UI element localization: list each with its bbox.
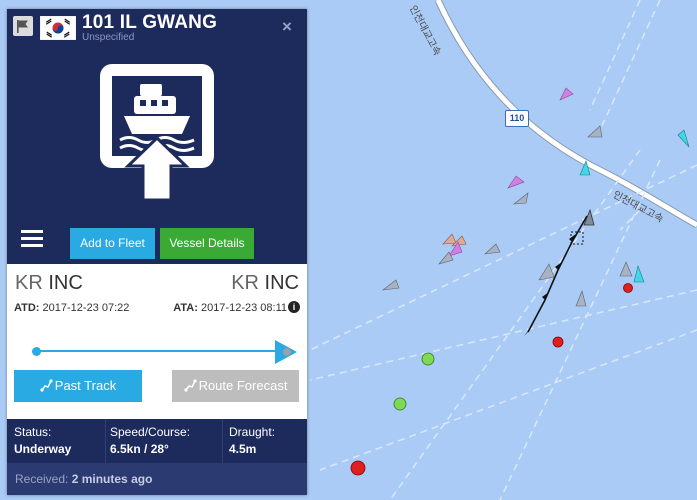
departure-port-name: INC	[48, 272, 83, 294]
vessel-stats: Status: Underway Speed/Course: 6.5kn / 2…	[7, 419, 307, 463]
bridge-road-outline	[434, 0, 697, 229]
hamburger-menu-icon[interactable]	[21, 230, 43, 248]
vessel-marker	[442, 233, 457, 245]
channel-line	[319, 329, 697, 471]
past-track-button[interactable]: Past Track	[14, 370, 142, 402]
panel-toolbar: Add to Fleet Vessel Details	[7, 214, 307, 264]
atd-label: ATD:	[14, 302, 40, 314]
close-button[interactable]: ×	[275, 15, 299, 39]
channel-line	[599, 0, 661, 131]
status-label: Status:	[14, 425, 52, 439]
atd-value: 2017-12-23 07:22	[42, 302, 130, 314]
buoy-marker	[393, 397, 407, 411]
vessel-details-button[interactable]: Vessel Details	[160, 228, 254, 259]
channel-line	[309, 289, 697, 381]
buoy-marker	[421, 352, 435, 366]
voyage-progress-bar	[36, 350, 276, 352]
speed-course-value: 6.5kn / 28°	[110, 442, 169, 456]
speed-course-stat: Speed/Course: 6.5kn / 28°	[103, 419, 223, 463]
vessel-name: 101 IL GWANG	[82, 12, 218, 33]
channel-line	[309, 164, 697, 351]
speed-course-label: Speed/Course:	[110, 425, 191, 439]
draught-value: 4.5m	[229, 442, 257, 456]
track-point	[542, 292, 549, 300]
arrival-port-name: INC	[264, 272, 299, 294]
vessel-marker	[587, 125, 603, 138]
route-forecast-button[interactable]: Route Forecast	[172, 370, 299, 402]
vessel-marker	[575, 290, 587, 307]
channel-line	[589, 0, 641, 111]
vessel-photo-area	[7, 44, 307, 214]
vessel-marker	[513, 192, 529, 205]
south-korea-flag-icon	[39, 15, 77, 41]
vessel-marker	[559, 87, 574, 101]
received-info: Received: 2 minutes ago	[7, 463, 307, 495]
received-text: Received: 2 minutes ago	[15, 463, 152, 495]
departure-country-code: KR	[15, 272, 43, 294]
stationary-vessel-marker	[350, 460, 366, 476]
route-icon	[183, 379, 197, 392]
progress-end-arrow-icon	[275, 340, 297, 364]
channel-line	[389, 149, 641, 500]
status-stat: Status: Underway	[7, 419, 106, 463]
progress-start-dot	[32, 347, 41, 356]
arrival-port: KR INC	[231, 272, 299, 295]
vessel-type: Unspecified	[82, 32, 135, 43]
received-label: Received:	[15, 472, 69, 486]
flag-icon[interactable]	[13, 16, 33, 36]
vessel-marker	[538, 263, 555, 281]
vessel-marker	[633, 264, 645, 283]
draught-label: Draught:	[229, 425, 276, 439]
vessel-marker	[619, 261, 633, 277]
ship-pictogram-icon	[100, 64, 214, 202]
track-icon	[40, 379, 53, 392]
vessel-info-panel: 101 IL GWANG Unspecified × Add to Fleet …	[7, 9, 307, 495]
add-to-fleet-button[interactable]: Add to Fleet	[70, 228, 155, 259]
info-icon[interactable]: i	[288, 301, 300, 313]
vessel-track-line	[527, 215, 588, 333]
vessel-marker	[484, 243, 501, 255]
ata-label: ATA:	[173, 302, 198, 314]
stationary-vessel-marker	[623, 283, 633, 293]
ata-time: ATA: 2017-12-23 08:11	[173, 302, 287, 314]
ata-value: 2017-12-23 08:11	[200, 302, 287, 314]
draught-stat: Draught: 4.5m	[222, 419, 307, 463]
route-forecast-label: Route Forecast	[198, 378, 288, 393]
stationary-vessel-marker	[552, 336, 564, 348]
vessel-marker	[381, 279, 400, 291]
arrival-country-code: KR	[231, 272, 259, 294]
vessel-marker	[507, 175, 525, 189]
panel-header: 101 IL GWANG Unspecified ×	[7, 9, 307, 44]
received-value: 2 minutes ago	[71, 472, 153, 486]
bridge-road	[435, 0, 697, 228]
road-shield: 110	[505, 110, 529, 127]
vessel-marker	[677, 129, 690, 148]
past-track-label: Past Track	[54, 378, 117, 393]
status-value: Underway	[14, 442, 72, 456]
departure-port: KR INC	[15, 272, 83, 295]
atd-time: ATD: 2017-12-23 07:22	[14, 302, 129, 314]
